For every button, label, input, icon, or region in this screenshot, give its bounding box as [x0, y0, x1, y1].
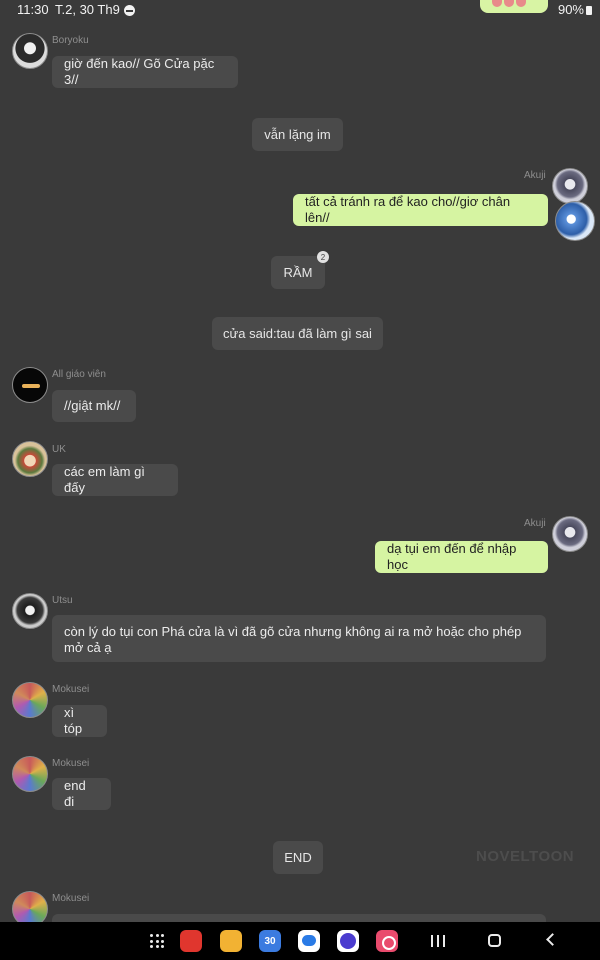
internet-icon[interactable] [337, 930, 359, 952]
narration-bubble[interactable]: END [273, 841, 323, 874]
narration-bubble[interactable]: RẦM [271, 256, 325, 289]
avatar-mokusei[interactable] [12, 891, 48, 922]
avatar-mokusei[interactable] [12, 682, 48, 718]
avatar-mokusei[interactable] [12, 756, 48, 792]
sender-name: Mokusei [52, 684, 90, 695]
back-button[interactable] [546, 933, 559, 946]
sender-name: Akuji [524, 518, 546, 529]
navigation-bar: 30 [0, 922, 600, 960]
flipboard-icon[interactable] [180, 930, 202, 952]
noveltoon-watermark: NOVELTOON [476, 848, 575, 865]
repeat-count-badge: 2 [317, 251, 329, 263]
avatar-akuji[interactable] [552, 516, 588, 552]
narration-bubble[interactable]: cửa said:tau đã làm gì sai [212, 317, 383, 350]
message-bubble[interactable]: các em làm gì đấy [52, 464, 178, 496]
chat-thread[interactable]: Boryoku giờ đến kao// Gõ Cửa pặc 3// vẫn… [0, 20, 600, 922]
avatar-akuji[interactable] [552, 168, 588, 204]
battery-icon [586, 6, 592, 15]
message-bubble[interactable] [52, 914, 546, 922]
app-drawer-icon[interactable] [150, 934, 164, 948]
do-not-disturb-icon [124, 5, 135, 16]
battery-level: 90% [557, 2, 584, 17]
avatar-all-giao-vien[interactable] [12, 367, 48, 403]
camera-icon[interactable] [376, 930, 398, 952]
sender-name: Mokusei [52, 893, 90, 904]
sender-name: Utsu [52, 595, 73, 606]
recents-button[interactable] [431, 935, 445, 947]
avatar-user-profile[interactable] [555, 201, 595, 241]
sender-name: Boryoku [52, 35, 89, 46]
status-time: 11:30 [17, 2, 49, 17]
message-bubble[interactable]: //giật mk// [52, 390, 136, 422]
narration-bubble[interactable]: vẫn lặng im [252, 118, 343, 151]
avatar-utsu[interactable] [12, 593, 48, 629]
message-bubble[interactable]: end đi [52, 778, 111, 810]
avatar-uk[interactable] [12, 441, 48, 477]
sender-name: All giáo viên [52, 369, 106, 380]
message-bubble-self[interactable]: dạ tụi em đến để nhập học [375, 541, 548, 573]
sender-name: Mokusei [52, 758, 90, 769]
sender-name: Akuji [524, 170, 546, 181]
previous-message-peek [480, 0, 548, 13]
calendar-icon[interactable]: 30 [259, 930, 281, 952]
status-date: T.2, 30 Th9 [55, 2, 120, 17]
message-bubble[interactable]: còn lý do tụi con Phá cửa là vì đã gõ cử… [52, 615, 546, 662]
messages-icon[interactable] [298, 930, 320, 952]
avatar-boryoku[interactable] [12, 33, 48, 69]
files-icon[interactable] [220, 930, 242, 952]
message-bubble-self[interactable]: tất cả tránh ra để kao cho//giơ chân lên… [293, 194, 548, 226]
message-bubble[interactable]: xì tóp [52, 705, 107, 737]
home-button[interactable] [488, 934, 501, 947]
message-bubble[interactable]: giờ đến kao// Gõ Cửa pặc 3// [52, 56, 238, 88]
sender-name: UK [52, 444, 66, 455]
